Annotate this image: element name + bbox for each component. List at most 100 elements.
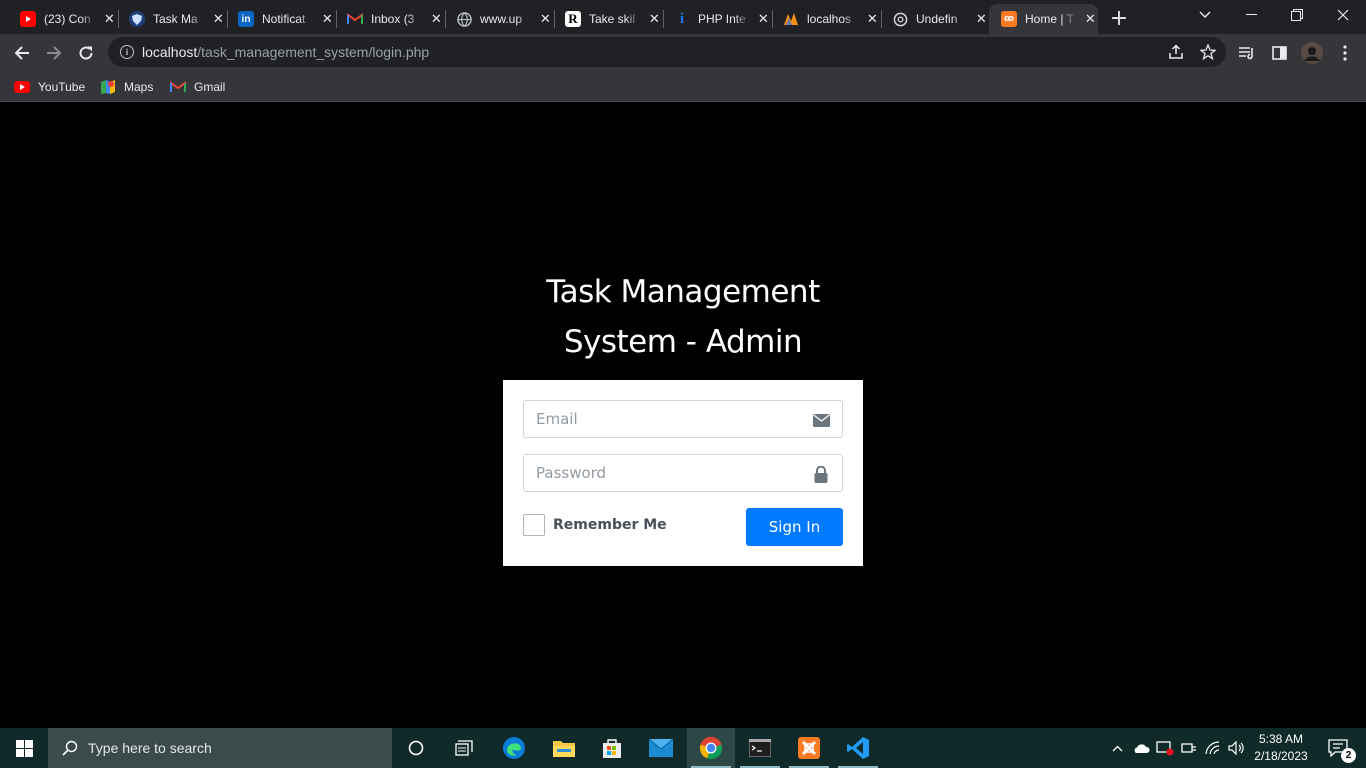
close-tab-icon[interactable]: ✕ (865, 11, 880, 27)
clock-date: 2/18/2023 (1254, 749, 1308, 763)
close-tab-icon[interactable]: ✕ (102, 11, 117, 27)
r-icon: R (565, 11, 581, 27)
tab-title: www.up (480, 12, 523, 26)
tab-youtube[interactable]: (23) Con ✕ (8, 4, 117, 34)
tab-search-chevron-icon[interactable] (1182, 0, 1228, 30)
minimize-button[interactable] (1228, 0, 1274, 30)
gmail-icon (347, 11, 363, 27)
power-icon[interactable] (1178, 728, 1200, 768)
chrome-menu-icon[interactable] (1333, 41, 1357, 65)
start-button[interactable] (0, 728, 48, 768)
volume-icon[interactable] (1226, 728, 1248, 768)
tab-title: Undefin (916, 12, 958, 26)
close-tab-icon[interactable]: ✕ (211, 11, 226, 27)
email-field[interactable] (523, 400, 843, 438)
email-input[interactable] (536, 410, 806, 428)
show-hidden-icons-chevron-icon[interactable] (1106, 728, 1128, 768)
sign-in-button[interactable]: Sign In (746, 508, 843, 546)
lock-icon (812, 465, 830, 483)
microsoft-store-icon[interactable] (588, 728, 636, 768)
bookmarks-bar: YouTube Maps Gmail (0, 72, 1366, 102)
shield-icon (129, 11, 145, 27)
forward-button[interactable] (39, 38, 69, 68)
chrome-icon[interactable] (687, 728, 735, 768)
close-tab-icon[interactable]: ✕ (320, 11, 335, 27)
taskbar-search[interactable]: Type here to search (48, 728, 392, 768)
url-text[interactable]: localhost/task_management_system/login.p… (142, 44, 429, 60)
task-view-icon[interactable] (440, 728, 488, 768)
password-input[interactable] (536, 464, 806, 482)
reading-list-icon[interactable] (1235, 41, 1259, 65)
vscode-icon[interactable] (834, 728, 882, 768)
wifi-icon[interactable] (1202, 728, 1224, 768)
bookmark-label: Gmail (194, 80, 226, 94)
tab-title: localhos (807, 12, 852, 26)
globe-icon (456, 11, 472, 27)
youtube-icon (14, 79, 30, 95)
tab-title: Task Ma (153, 12, 198, 26)
close-tab-icon[interactable]: ✕ (429, 11, 444, 27)
tab-php-interview[interactable]: i PHP Inte ✕ (662, 4, 771, 34)
login-card: Remember Me Sign In (503, 380, 863, 566)
login-page: Task Management System - Admin Remember … (0, 103, 1366, 728)
xampp-icon: ꝏ (1001, 11, 1017, 27)
close-window-button[interactable] (1320, 0, 1366, 30)
youtube-icon (20, 11, 36, 27)
close-tab-icon[interactable]: ✕ (974, 11, 989, 27)
remember-me[interactable]: Remember Me (523, 514, 667, 536)
close-tab-icon[interactable]: ✕ (647, 11, 662, 27)
reload-button[interactable] (71, 38, 101, 68)
bookmark-gmail[interactable]: Gmail (170, 77, 225, 97)
bookmark-maps[interactable]: Maps (100, 77, 153, 97)
notification-center[interactable]: 2 (1318, 728, 1358, 768)
close-tab-icon[interactable]: ✕ (538, 11, 553, 27)
security-warning-icon[interactable] (1154, 728, 1176, 768)
address-bar[interactable]: i localhost/task_management_system/login… (108, 37, 1226, 67)
tab-phpmyadmin[interactable]: localhos ✕ (771, 4, 880, 34)
browser-tab-strip: (23) Con ✕ Task Ma ✕ in Notificat ✕ Inbo… (0, 0, 1366, 34)
tab-gmail[interactable]: Inbox (3 ✕ (335, 4, 444, 34)
info-icon: i (679, 10, 685, 27)
notification-badge: 2 (1341, 748, 1356, 763)
search-icon (60, 738, 80, 758)
password-field[interactable] (523, 454, 843, 492)
remember-label[interactable]: Remember Me (553, 517, 667, 533)
new-tab-button[interactable]: + (1106, 5, 1132, 31)
system-clock[interactable]: 5:38 AM 2/18/2023 (1250, 731, 1312, 765)
cortana-icon[interactable] (392, 728, 440, 768)
file-explorer-icon[interactable] (540, 728, 588, 768)
mail-icon[interactable] (637, 728, 685, 768)
edge-icon[interactable] (490, 728, 538, 768)
bookmark-star-icon[interactable] (1196, 40, 1220, 64)
bookmark-label: Maps (124, 80, 154, 94)
tab-linkedin[interactable]: in Notificat ✕ (226, 4, 335, 34)
openai-icon (892, 11, 908, 27)
bookmark-youtube[interactable]: YouTube (14, 77, 85, 97)
close-tab-icon[interactable]: ✕ (756, 11, 771, 27)
onedrive-icon[interactable] (1130, 728, 1152, 768)
title-line-2: System - Admin (563, 324, 803, 360)
linkedin-icon: in (238, 11, 254, 27)
side-panel-icon[interactable] (1267, 41, 1291, 65)
page-title: Task Management System - Admin (503, 267, 863, 367)
site-info-icon[interactable]: i (120, 45, 134, 59)
terminal-icon[interactable] (736, 728, 784, 768)
tab-upwork[interactable]: www.up ✕ (444, 4, 553, 34)
title-line-1: Task Management (546, 274, 820, 310)
restore-button[interactable] (1274, 0, 1320, 30)
remember-checkbox[interactable] (523, 514, 545, 536)
close-tab-icon[interactable]: ✕ (1083, 11, 1098, 27)
clock-time: 5:38 AM (1258, 732, 1304, 746)
tab-chatgpt[interactable]: Undefin ✕ (880, 4, 989, 34)
share-icon[interactable] (1164, 40, 1188, 64)
tab-task-manager[interactable]: Task Ma ✕ (117, 4, 226, 34)
tab-title: Notificat (262, 12, 306, 26)
tab-home-active[interactable]: ꝏ Home | T ✕ (989, 4, 1098, 34)
tab-take-skill[interactable]: R Take skil ✕ (553, 4, 662, 34)
back-button[interactable] (7, 38, 37, 68)
notification-icon: 2 (1328, 739, 1356, 763)
envelope-icon (812, 411, 830, 429)
xampp-icon[interactable] (785, 728, 833, 768)
gmail-icon (170, 79, 186, 95)
profile-avatar[interactable] (1300, 41, 1324, 65)
